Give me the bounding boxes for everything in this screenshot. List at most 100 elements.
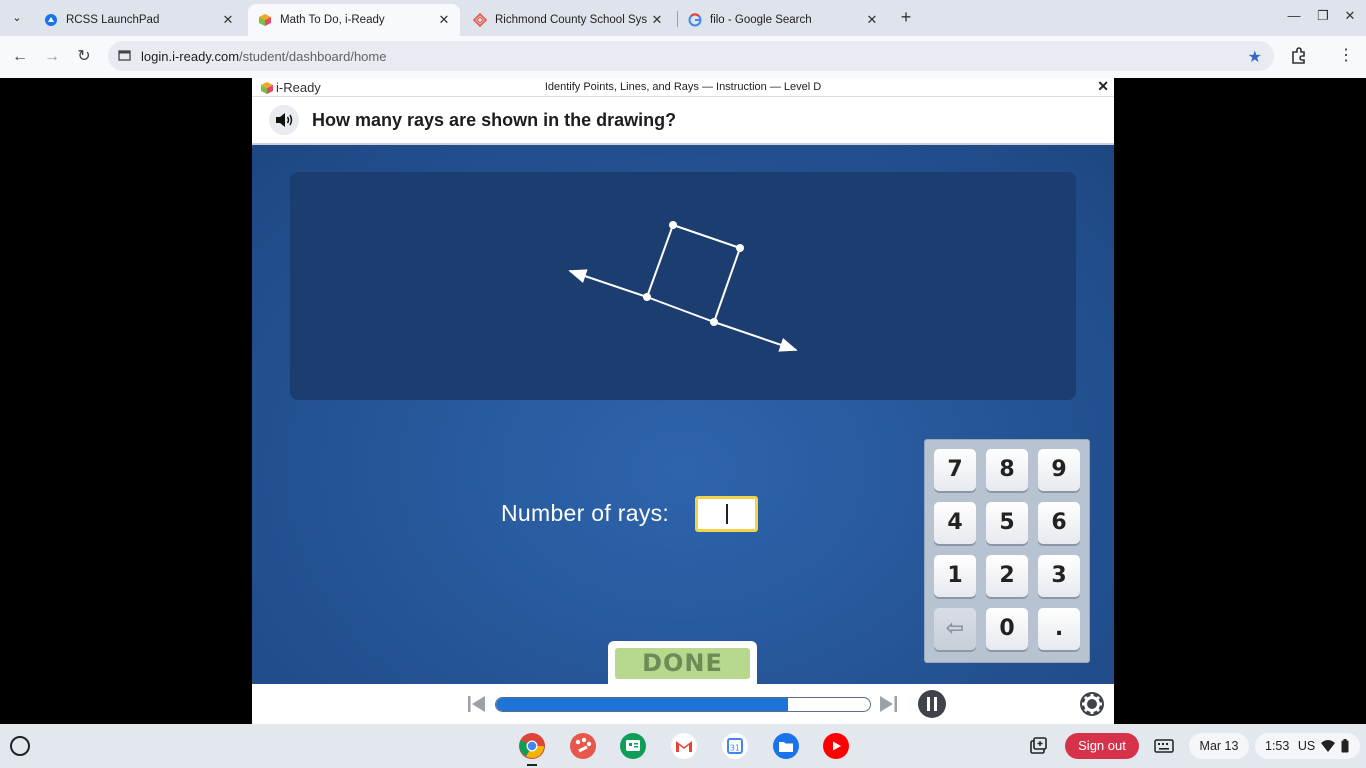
- input-locale: US: [1297, 739, 1316, 753]
- segment-top: [672, 224, 741, 249]
- canvas-paint-icon[interactable]: [569, 732, 597, 760]
- status-tray[interactable]: 1:53 US: [1255, 733, 1360, 759]
- point: [643, 293, 651, 301]
- question-text: How many rays are shown in the drawing?: [312, 110, 677, 130]
- tab-strip: ⌄ RCSS LaunchPad ✕ Math To Do, i-Ready ✕…: [0, 0, 1366, 36]
- done-button[interactable]: DONE: [615, 648, 750, 679]
- reload-icon[interactable]: ↻: [71, 44, 97, 70]
- skip-back-icon[interactable]: [467, 695, 487, 713]
- problem-stage: Number of rays: 7 8 9 4 5 6 1 2 3 ⇦ 0 . …: [252, 145, 1114, 691]
- close-lesson-icon[interactable]: ✕: [1097, 78, 1109, 95]
- calendar-icon[interactable]: 31: [721, 732, 749, 760]
- text-caret: [726, 504, 728, 524]
- close-tab-icon[interactable]: ✕: [434, 12, 454, 28]
- os-shelf: 31 Sign out Mar 13 1:53 US: [0, 724, 1366, 768]
- url-host: login.i-ready.com: [141, 49, 240, 64]
- backspace-arrow-icon[interactable]: ⇦: [934, 608, 976, 650]
- key-5[interactable]: 5: [986, 502, 1028, 544]
- key-0[interactable]: 0: [986, 608, 1028, 650]
- close-tab-icon[interactable]: ✕: [647, 12, 667, 28]
- tab-title: filo - Google Search: [710, 14, 812, 26]
- iready-icon: [259, 14, 271, 26]
- chrome-icon[interactable]: [518, 732, 546, 760]
- gmail-icon[interactable]: [670, 732, 698, 760]
- lesson-progress-bar: [495, 697, 871, 712]
- youtube-icon[interactable]: [822, 732, 850, 760]
- bookmark-star-icon[interactable]: ★: [1248, 47, 1262, 67]
- classlink-icon: [473, 13, 487, 27]
- key-1[interactable]: 1: [934, 555, 976, 597]
- lesson-footer: [252, 684, 1114, 724]
- new-tab-icon[interactable]: +: [895, 7, 917, 28]
- speaker-icon[interactable]: [269, 105, 299, 135]
- key-4[interactable]: 4: [934, 502, 976, 544]
- ray-right: [713, 321, 798, 352]
- launcher-icon[interactable]: [10, 736, 30, 756]
- key-7[interactable]: 7: [934, 449, 976, 491]
- close-tab-icon[interactable]: ✕: [218, 12, 238, 28]
- point: [710, 318, 718, 326]
- key-2[interactable]: 2: [986, 555, 1028, 597]
- key-8[interactable]: 8: [986, 449, 1028, 491]
- lesson-title: Identify Points, Lines, and Rays — Instr…: [544, 81, 822, 93]
- holding-space-icon[interactable]: [1028, 736, 1048, 756]
- google-icon: [688, 13, 702, 27]
- url-text: login.i-ready.com/student/dashboard/home: [141, 49, 386, 64]
- progress-fill: [496, 698, 788, 711]
- clock-time: 1:53: [1265, 739, 1290, 753]
- tab-title: Math To Do, i-Ready: [280, 14, 385, 26]
- launchpad-icon: [45, 14, 57, 26]
- svg-text:31: 31: [730, 744, 740, 753]
- rays-drawing: [568, 221, 798, 352]
- tab-search-chevron-icon[interactable]: ⌄: [6, 8, 28, 28]
- question-bar: How many rays are shown in the drawing?: [252, 97, 1114, 145]
- minimize-icon[interactable]: —: [1284, 8, 1304, 23]
- close-tab-icon[interactable]: ✕: [862, 12, 882, 28]
- chrome-running-indicator: [527, 764, 537, 766]
- key-3[interactable]: 3: [1038, 555, 1080, 597]
- pause-button[interactable]: [918, 690, 946, 718]
- segment-bottom: [646, 296, 715, 323]
- figure-panel: [290, 172, 1076, 400]
- tab-title: Richmond County School Syste: [495, 14, 647, 26]
- sign-out-button[interactable]: Sign out: [1065, 733, 1139, 759]
- pause-bar: [927, 697, 930, 711]
- gear-icon[interactable]: [1079, 691, 1105, 717]
- point: [736, 244, 744, 252]
- restore-icon[interactable]: ❐: [1313, 8, 1333, 24]
- keyboard-icon[interactable]: [1154, 738, 1174, 754]
- tab-iready[interactable]: Math To Do, i-Ready ✕: [248, 4, 460, 36]
- lesson-header: i-Ready Identify Points, Lines, and Rays…: [252, 78, 1114, 97]
- extensions-puzzle-icon[interactable]: [1289, 46, 1309, 66]
- point: [669, 221, 677, 229]
- key-decimal[interactable]: .: [1038, 608, 1080, 650]
- files-folder-icon[interactable]: [772, 732, 800, 760]
- segment-left: [646, 224, 674, 298]
- url-path: /student/dashboard/home: [239, 49, 387, 64]
- address-bar[interactable]: login.i-ready.com/student/dashboard/home…: [108, 41, 1274, 71]
- iready-lesson-window: i-Ready Identify Points, Lines, and Rays…: [252, 78, 1114, 724]
- close-window-icon[interactable]: ✕: [1340, 8, 1360, 24]
- tab-richmond-county[interactable]: Richmond County School Syste ✕: [463, 4, 673, 36]
- key-9[interactable]: 9: [1038, 449, 1080, 491]
- battery-icon: [1341, 739, 1349, 753]
- pause-bar: [934, 697, 937, 711]
- tab-google-search[interactable]: filo - Google Search ✕: [678, 4, 888, 36]
- browser-toolbar: ← → ↻ login.i-ready.com/student/dashboar…: [0, 36, 1366, 78]
- tab-title: RCSS LaunchPad: [66, 14, 160, 26]
- answer-input[interactable]: [695, 496, 758, 532]
- tab-rcss-launchpad[interactable]: RCSS LaunchPad ✕: [34, 4, 244, 36]
- back-arrow-icon[interactable]: ←: [7, 44, 33, 70]
- skip-forward-icon[interactable]: [878, 695, 898, 713]
- key-6[interactable]: 6: [1038, 502, 1080, 544]
- forward-arrow-icon[interactable]: →: [39, 44, 65, 70]
- segment-right: [713, 247, 741, 323]
- date-pill[interactable]: Mar 13: [1189, 733, 1249, 759]
- classroom-icon[interactable]: [619, 732, 647, 760]
- site-info-icon[interactable]: [118, 49, 131, 62]
- browser-menu-icon[interactable]: ⋮: [1336, 44, 1356, 68]
- number-keypad: 7 8 9 4 5 6 1 2 3 ⇦ 0 .: [924, 439, 1090, 663]
- wifi-icon: [1321, 740, 1335, 752]
- ray-left: [568, 269, 648, 298]
- answer-label: Number of rays:: [501, 500, 670, 526]
